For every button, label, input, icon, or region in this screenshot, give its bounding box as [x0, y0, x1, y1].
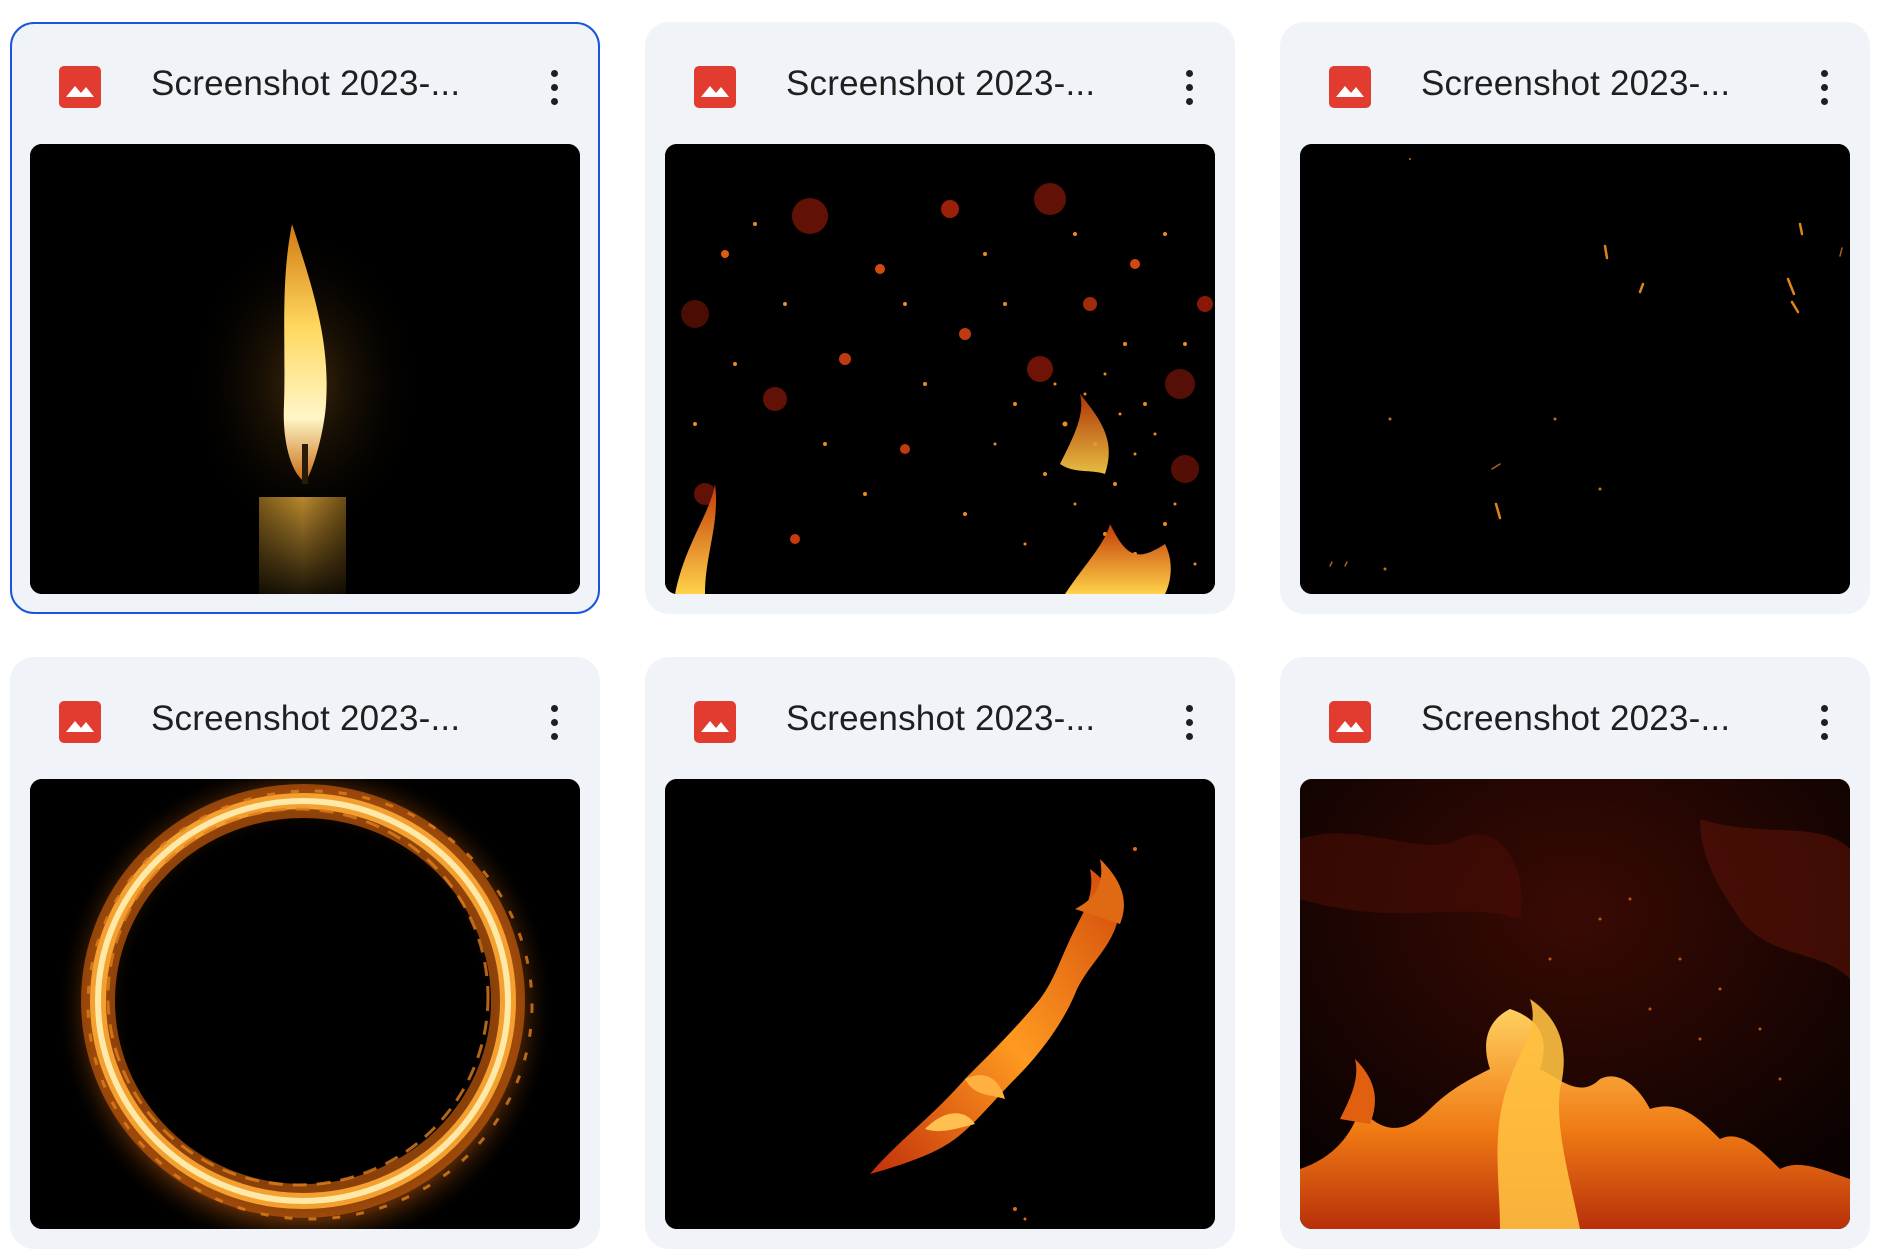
file-card-header: Screenshot 2023-... — [12, 24, 598, 144]
file-title[interactable]: Screenshot 2023-... — [151, 697, 460, 741]
file-title[interactable]: Screenshot 2023-... — [1421, 62, 1730, 106]
image-file-icon — [59, 66, 101, 108]
file-card-header: Screenshot 2023-... — [645, 657, 1235, 777]
file-card-header: Screenshot 2023-... — [1280, 657, 1870, 777]
image-file-icon — [1329, 701, 1371, 743]
file-title[interactable]: Screenshot 2023-... — [786, 62, 1095, 106]
file-title[interactable]: Screenshot 2023-... — [786, 697, 1095, 741]
file-title[interactable]: Screenshot 2023-... — [1421, 697, 1730, 741]
file-card-6[interactable]: Screenshot 2023-... — [1280, 657, 1870, 1249]
file-card-2[interactable]: Screenshot 2023-... — [645, 22, 1235, 614]
more-options-icon[interactable] — [534, 697, 574, 747]
file-card-header: Screenshot 2023-... — [10, 657, 600, 777]
image-file-icon — [1329, 66, 1371, 108]
file-thumbnail-fire-streak[interactable] — [665, 779, 1215, 1229]
more-options-icon[interactable] — [1804, 62, 1844, 112]
file-card-header: Screenshot 2023-... — [645, 22, 1235, 142]
file-grid: Screenshot 2023-... Screenshot 2023-... … — [0, 0, 1892, 1258]
file-card-5[interactable]: Screenshot 2023-... — [645, 657, 1235, 1249]
file-card-3[interactable]: Screenshot 2023-... — [1280, 22, 1870, 614]
more-options-icon[interactable] — [1169, 697, 1209, 747]
file-thumbnail-candle-flame[interactable] — [30, 144, 580, 594]
image-file-icon — [694, 66, 736, 108]
more-options-icon[interactable] — [534, 62, 574, 112]
file-card-1[interactable]: Screenshot 2023-... — [10, 22, 600, 614]
file-thumbnail-flames-and-smoke[interactable] — [1300, 779, 1850, 1229]
file-card-header: Screenshot 2023-... — [1280, 22, 1870, 142]
file-card-4[interactable]: Screenshot 2023-... — [10, 657, 600, 1249]
file-thumbnail-fire-embers-particles[interactable] — [665, 144, 1215, 594]
file-thumbnail-sparse-sparks[interactable] — [1300, 144, 1850, 594]
more-options-icon[interactable] — [1169, 62, 1209, 112]
more-options-icon[interactable] — [1804, 697, 1844, 747]
file-title[interactable]: Screenshot 2023-... — [151, 62, 460, 106]
image-file-icon — [59, 701, 101, 743]
file-thumbnail-ring-of-fire[interactable] — [30, 779, 580, 1229]
image-file-icon — [694, 701, 736, 743]
